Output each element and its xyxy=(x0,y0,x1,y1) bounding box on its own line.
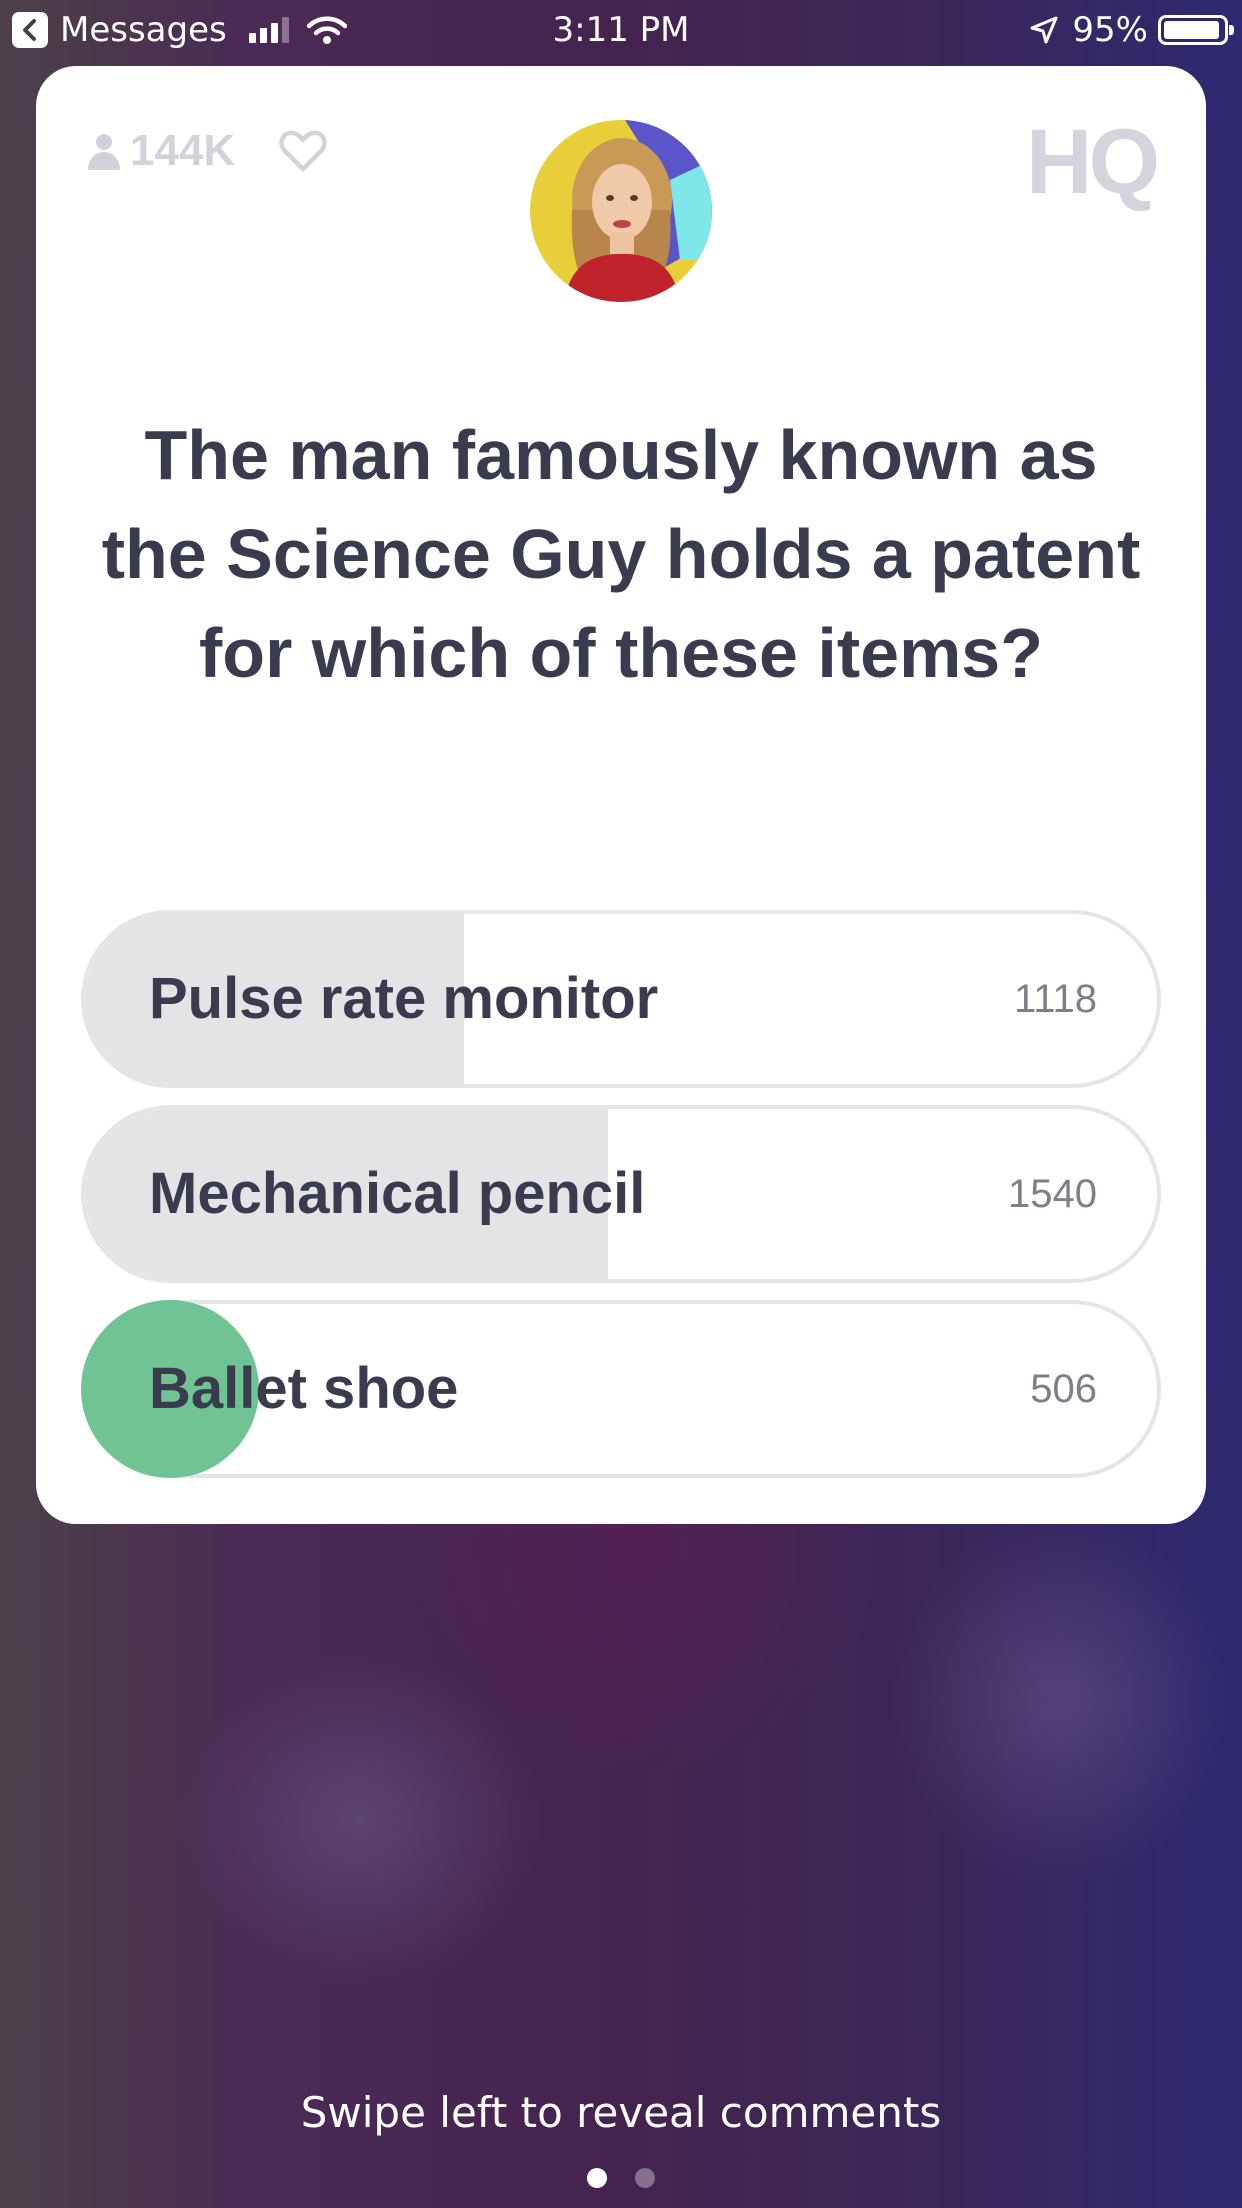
page-dot-1[interactable] xyxy=(587,2168,607,2188)
page-dot-2[interactable] xyxy=(635,2168,655,2188)
host-avatar xyxy=(530,120,712,302)
answer-label: Pulse rate monitor xyxy=(149,966,659,1031)
page-indicator[interactable] xyxy=(0,2168,1242,2188)
answer-vote-count: 506 xyxy=(1030,1367,1097,1411)
question-card: 144K HQ The man famously known as the Sc… xyxy=(36,66,1206,1524)
viewer-count: 144K xyxy=(86,126,327,176)
swipe-hint: Swipe left to reveal comments xyxy=(300,2088,942,2137)
person-icon xyxy=(88,134,120,170)
answer-vote-count: 1540 xyxy=(1008,1172,1097,1216)
answer-vote-count: 1118 xyxy=(1013,977,1097,1021)
status-bar: Messages 3:11 PM 95% xyxy=(0,0,1242,62)
hq-logo: HQ xyxy=(1026,111,1160,213)
battery-percentage: 95% xyxy=(1072,10,1148,50)
answer-option-3[interactable]: Ballet shoe 506 xyxy=(81,1300,1161,1478)
battery-level xyxy=(1164,21,1220,39)
answer-option-1[interactable]: Pulse rate monitor 1118 xyxy=(81,910,1161,1088)
heart-icon[interactable] xyxy=(279,129,327,173)
answer-label: Ballet shoe xyxy=(149,1356,459,1421)
answer-label: Mechanical pencil xyxy=(149,1161,646,1226)
viewer-count-value: 144K xyxy=(130,126,236,175)
question-text: The man famously known as the Science Gu… xyxy=(101,416,1141,692)
battery-icon xyxy=(1158,15,1234,45)
status-right: 95% xyxy=(1028,10,1234,50)
answer-option-2[interactable]: Mechanical pencil 1540 xyxy=(81,1105,1161,1283)
location-arrow-icon xyxy=(1030,16,1058,44)
